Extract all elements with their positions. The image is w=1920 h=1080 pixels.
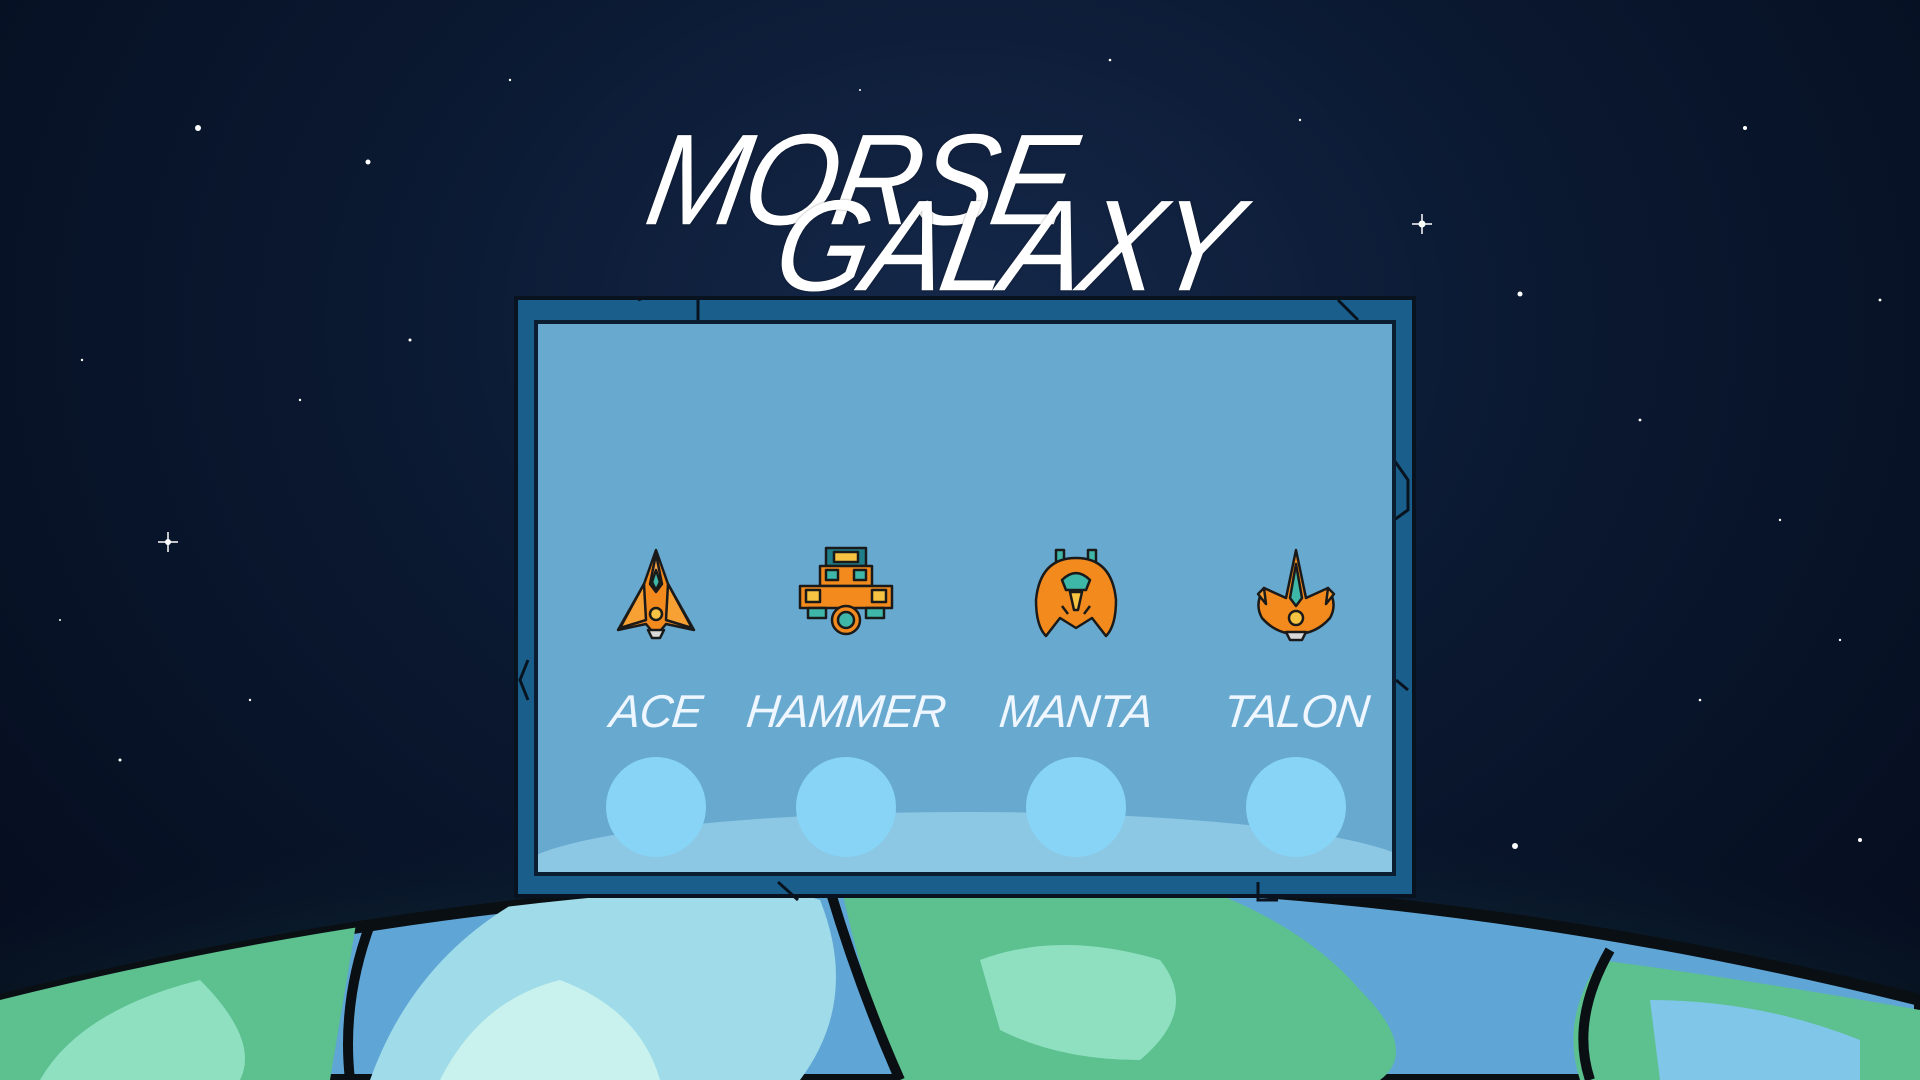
select-hammer-button[interactable] (796, 757, 896, 857)
ship-option-hammer: HAMMER (744, 544, 948, 872)
ship-name-manta: MANTA (996, 685, 1156, 737)
ship-option-talon: TALON (1196, 544, 1392, 872)
ship-name-hammer: HAMMER (744, 685, 948, 737)
hammer-ship-icon (798, 546, 894, 636)
manta-ship-icon (1034, 548, 1118, 638)
ship-name-talon: TALON (1220, 685, 1372, 737)
select-ace-button[interactable] (606, 757, 706, 857)
talon-ship-icon (1256, 548, 1336, 642)
game-scene: MORSE GALAXY ACE HAMMER MANTA TALON (0, 0, 1920, 1080)
select-talon-button[interactable] (1246, 757, 1346, 857)
ship-select-panel: ACE HAMMER MANTA TALON (514, 296, 1416, 902)
ship-select-area: ACE HAMMER MANTA TALON (534, 320, 1396, 876)
ship-option-manta: MANTA (976, 544, 1176, 872)
game-title: MORSE GALAXY (0, 0, 1920, 319)
select-manta-button[interactable] (1026, 757, 1126, 857)
title-galaxy: GALAXY (765, 173, 1247, 319)
ace-ship-icon (616, 548, 696, 640)
